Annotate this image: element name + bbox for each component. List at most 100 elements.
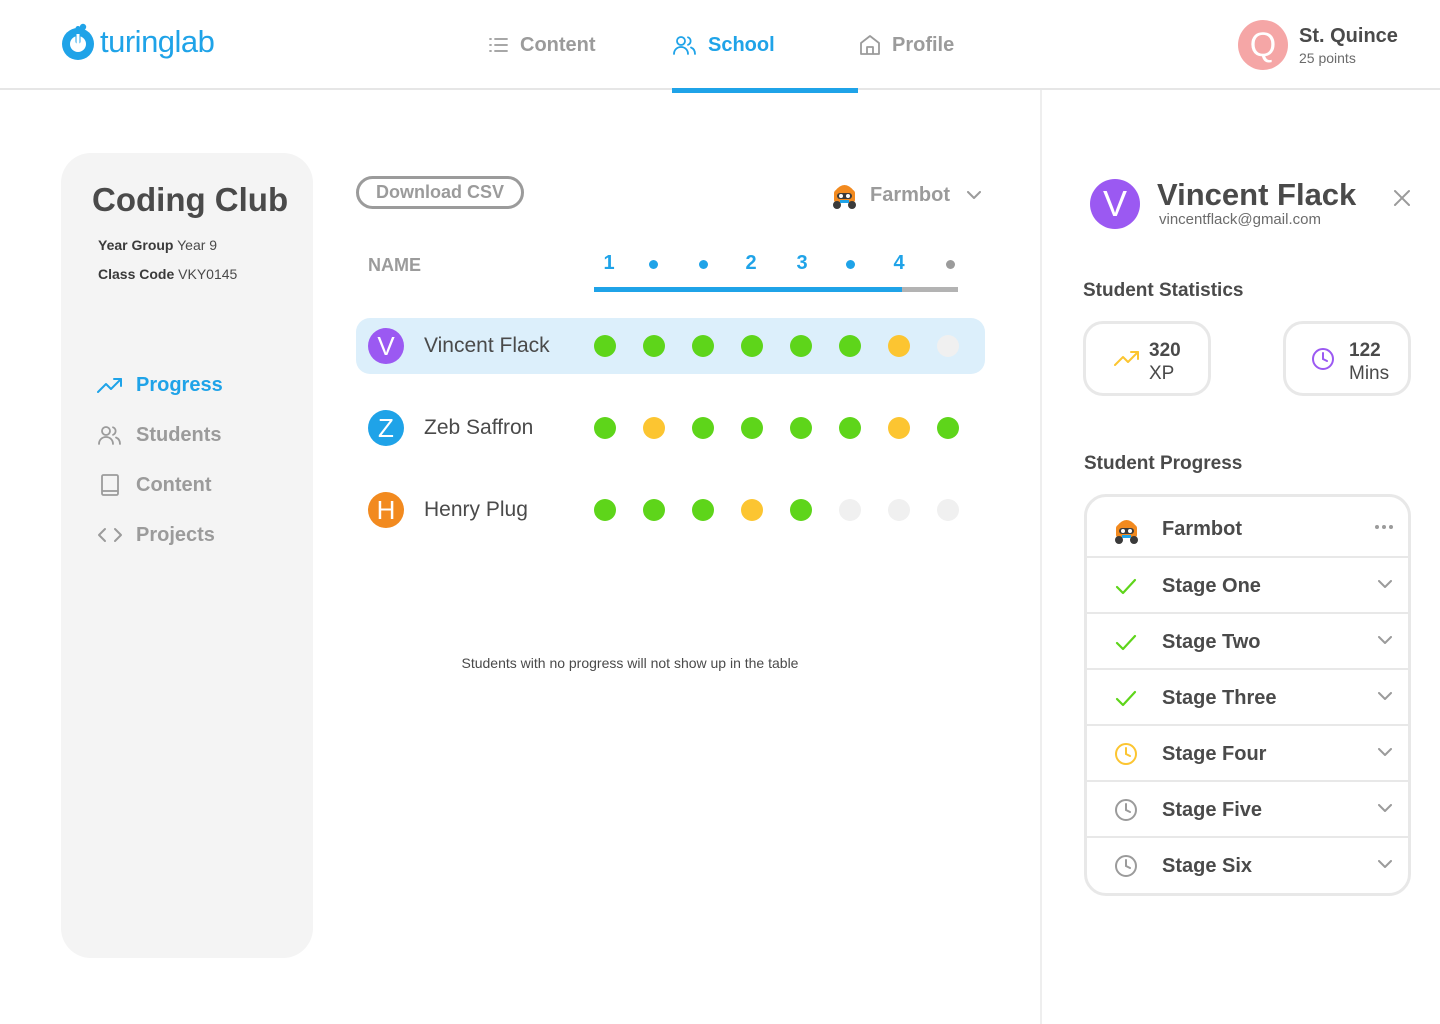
progress-cell-done[interactable] (839, 417, 861, 439)
side-item-content[interactable]: Content (97, 460, 223, 510)
user-points: 25 points (1299, 49, 1356, 66)
progress-cell-done[interactable] (692, 417, 714, 439)
progress-cell-done[interactable] (594, 417, 616, 439)
student-email: vincentflack@gmail.com (1159, 211, 1321, 228)
progress-cell-empty[interactable] (937, 499, 959, 521)
stage-column-number: 2 (745, 252, 757, 274)
student-statistics-heading: Student Statistics (1083, 280, 1244, 301)
user-menu[interactable]: Q St. Quince 25 points (1238, 20, 1398, 70)
progress-cell-done[interactable] (643, 335, 665, 357)
progress-cell-done[interactable] (790, 335, 812, 357)
class-code-label: Class Code (98, 266, 175, 282)
chevron-down-icon (1378, 636, 1392, 644)
progress-cell-partial[interactable] (643, 417, 665, 439)
top-header: turinglab Content School Profile Q St. Q… (0, 0, 1440, 93)
side-item-projects-label: Projects (136, 523, 215, 546)
nav-item-school-label: School (708, 33, 775, 56)
progress-cell-partial[interactable] (888, 417, 910, 439)
progress-cell-partial[interactable] (888, 335, 910, 357)
class-title: Coding Club (92, 181, 289, 218)
progress-cell-empty[interactable] (937, 335, 959, 357)
progress-cell-done[interactable] (643, 499, 665, 521)
nav-item-profile[interactable]: Profile (858, 0, 1044, 90)
side-item-students[interactable]: Students (97, 410, 223, 460)
nav-item-content[interactable]: Content (486, 0, 672, 90)
progress-cell-done[interactable] (790, 499, 812, 521)
book-icon (101, 474, 119, 496)
side-item-projects[interactable]: Projects (97, 510, 223, 560)
name-column-header: NAME (368, 255, 421, 275)
side-item-content-label: Content (136, 473, 212, 496)
minutes-unit: Mins (1349, 363, 1390, 384)
column-dot-marker: • (945, 260, 955, 269)
stage-label: Stage Five (1162, 799, 1263, 821)
close-icon[interactable] (1392, 188, 1412, 208)
code-icon (98, 528, 122, 542)
stage-row[interactable]: Stage One (1087, 558, 1408, 614)
stage-row[interactable]: Stage Five (1087, 782, 1408, 838)
progress-cell-done[interactable] (594, 335, 616, 357)
class-code-value: VKY0145 (178, 266, 238, 282)
clock-icon (1115, 743, 1137, 765)
progress-cell-empty[interactable] (839, 499, 861, 521)
class-side-nav: Progress Students Content Projects (97, 360, 223, 560)
stage-column-dot: • (638, 252, 668, 269)
nav-item-school[interactable]: School (672, 0, 858, 93)
progress-cell-done[interactable] (741, 335, 763, 357)
stage-column-dot: • (935, 252, 965, 269)
avatar: V (368, 328, 404, 364)
progress-cell-done[interactable] (594, 499, 616, 521)
stage-column-dot: • (688, 252, 718, 269)
stage-list-course-name: Farmbot (1162, 518, 1242, 540)
student-name: Vincent Flack (1157, 177, 1357, 212)
column-dot-marker: • (845, 260, 855, 269)
chevron-down-icon (1378, 692, 1392, 700)
progress-cell-done[interactable] (937, 417, 959, 439)
download-csv-button[interactable]: Download CSV (356, 176, 524, 209)
farmbot-icon (833, 185, 856, 209)
progress-cell-done[interactable] (790, 417, 812, 439)
stage-label: Stage Three (1162, 687, 1277, 709)
progress-cell-done[interactable] (839, 335, 861, 357)
list-icon (489, 38, 508, 52)
table-row[interactable]: V Vincent Flack (356, 318, 985, 374)
stage-label: Stage Four (1162, 743, 1267, 765)
chevron-down-icon (1378, 804, 1392, 812)
stage-row[interactable]: Stage Six (1087, 838, 1408, 893)
minutes-value: 122 (1349, 340, 1381, 361)
chevron-down-icon (1378, 748, 1392, 756)
stage-row[interactable]: Stage Four (1087, 726, 1408, 782)
stage-column-dot: • (835, 252, 865, 269)
table-row[interactable]: Z Zeb Saffron (356, 400, 985, 456)
chevron-down-icon (1378, 580, 1392, 588)
more-options-icon[interactable] (1375, 525, 1396, 529)
class-code: Class Code VKY0145 (98, 266, 237, 282)
progress-cell-done[interactable] (692, 335, 714, 357)
xp-unit: XP (1149, 363, 1175, 384)
stage-row[interactable]: Stage Two (1087, 614, 1408, 670)
clock-icon (1115, 855, 1137, 877)
side-item-progress[interactable]: Progress (97, 360, 223, 410)
progress-cell-partial[interactable] (741, 499, 763, 521)
course-select[interactable]: Farmbot (830, 180, 981, 210)
stage-label: Stage Six (1162, 855, 1253, 877)
progress-cell-done[interactable] (692, 499, 714, 521)
stage-row[interactable]: Stage Three (1087, 670, 1408, 726)
stage-list-course-header: Farmbot (1087, 497, 1408, 558)
brand-name: turinglab (100, 24, 215, 59)
progress-cell-done[interactable] (741, 417, 763, 439)
xp-value: 320 (1149, 340, 1181, 361)
year-group-label: Year Group (98, 237, 174, 253)
turinglab-logo[interactable]: turinglab (60, 22, 215, 62)
turinglab-logo-icon (62, 23, 94, 60)
panel-divider (1040, 90, 1042, 1024)
table-row[interactable]: H Henry Plug (356, 482, 985, 538)
stage-list: Farmbot Stage One Stage Two Stage Three Sta… (1084, 494, 1411, 896)
student-name: Zeb Saffron (424, 416, 534, 439)
stage-label: Stage One (1162, 575, 1261, 597)
course-progress-bar (594, 287, 958, 292)
progress-cell-empty[interactable] (888, 499, 910, 521)
side-item-progress-label: Progress (136, 373, 223, 396)
users-icon (673, 36, 696, 55)
course-progress-fill (594, 287, 902, 292)
